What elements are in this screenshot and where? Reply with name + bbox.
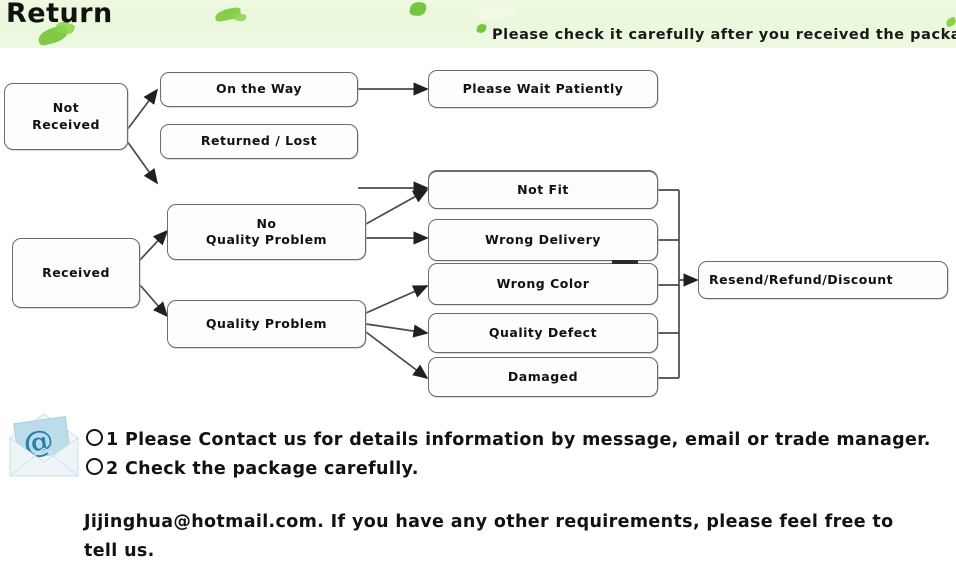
contact-paragraph-line-1: Jijinghua@hotmail.com. If you have any o…	[84, 512, 894, 532]
flow-node-quality-defect[interactable]: Quality Defect	[428, 313, 658, 353]
note-item-2-number: 2	[106, 459, 119, 479]
scan-artifact-mark	[612, 260, 638, 264]
banner-subtitle: Please check it carefully after you rece…	[492, 27, 956, 43]
page-banner: Return Please check it carefully after y…	[0, 0, 956, 48]
note-item-1-number: 1	[106, 430, 119, 450]
flow-node-damaged[interactable]: Damaged	[428, 357, 658, 397]
flow-node-no-quality-problem[interactable]: No Quality Problem	[167, 204, 366, 260]
return-flowchart: Not Received Received On the Way Returne…	[0, 48, 956, 400]
flow-node-resend-refund-discount[interactable]: Resend/Refund/Discount	[698, 261, 948, 299]
notes-section: @ 1 Please Contact us for details inform…	[0, 400, 956, 561]
flow-node-quality-problem[interactable]: Quality Problem	[167, 300, 366, 348]
page-title: Return	[6, 0, 113, 29]
note-item-1-text: Please Contact us for details informatio…	[124, 430, 931, 450]
flow-node-not-fit[interactable]: Not Fit	[428, 171, 658, 209]
flow-node-received[interactable]: Received	[12, 238, 140, 308]
leaf-decoration-icon	[944, 16, 956, 28]
note-item-2-text: Check the package carefully.	[124, 459, 419, 479]
leaf-decoration-icon	[480, 14, 504, 20]
note-item-2: 2 Check the package carefully.	[86, 458, 419, 479]
contact-paragraph-line-2: tell us.	[84, 541, 155, 561]
leaf-decoration-icon	[231, 11, 247, 23]
circle-bullet-icon	[86, 458, 103, 475]
leaf-decoration-icon	[476, 23, 487, 34]
flow-node-not-received[interactable]: Not Received	[4, 83, 128, 150]
note-item-1: 1 Please Contact us for details informat…	[86, 429, 931, 450]
leaf-decoration-icon	[409, 0, 427, 18]
flow-node-returned-lost[interactable]: Returned / Lost	[160, 124, 358, 159]
flow-node-please-wait-patiently[interactable]: Please Wait Patiently	[428, 70, 658, 108]
flow-node-on-the-way[interactable]: On the Way	[160, 72, 358, 107]
flow-node-wrong-color[interactable]: Wrong Color	[428, 263, 658, 305]
circle-bullet-icon	[86, 429, 103, 446]
flow-node-wrong-delivery[interactable]: Wrong Delivery	[428, 219, 658, 261]
envelope-at-icon: @	[9, 413, 79, 477]
return-policy-page: Return Please check it carefully after y…	[0, 0, 956, 561]
